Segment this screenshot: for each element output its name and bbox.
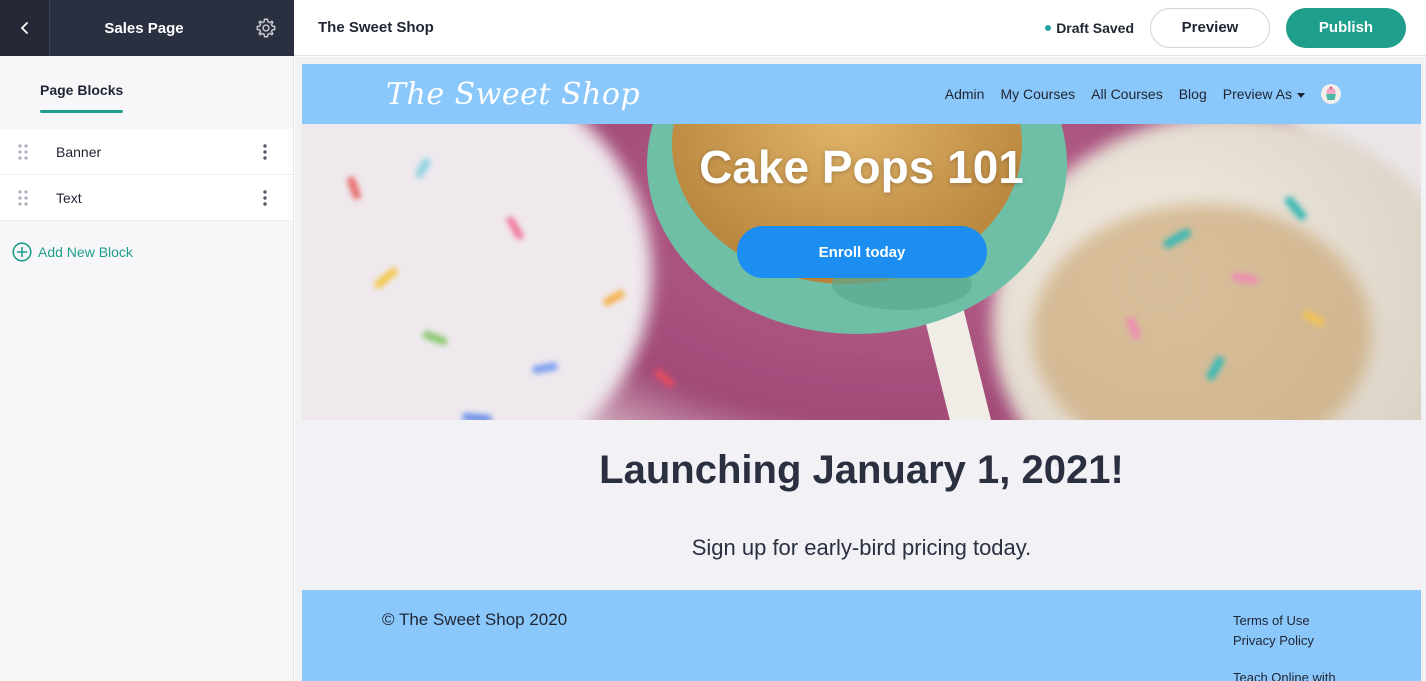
editor-sidebar-header: Sales Page <box>0 0 294 56</box>
footer-links: Terms of Use Privacy Policy <box>1233 611 1314 651</box>
settings-button[interactable] <box>238 0 294 56</box>
cupcake-avatar-icon <box>1326 86 1336 100</box>
status-dot-icon <box>1045 24 1052 31</box>
nav-preview-as-label: Preview As <box>1222 86 1292 102</box>
chevron-left-icon <box>20 22 28 34</box>
publish-button[interactable]: Publish <box>1286 7 1406 48</box>
nav-my-courses[interactable]: My Courses <box>1000 86 1075 102</box>
toolbar-actions: Draft Saved Preview Publish <box>1045 7 1426 48</box>
more-vertical-icon <box>263 189 267 206</box>
banner-block[interactable]: Cake Pops 101 Enroll today <box>302 124 1421 420</box>
site-header: The Sweet Shop Admin My Courses All Cour… <box>302 64 1421 124</box>
block-item-banner[interactable]: Banner <box>0 129 293 175</box>
block-label: Banner <box>56 143 102 160</box>
nav-blog[interactable]: Blog <box>1179 86 1207 102</box>
enroll-button[interactable]: Enroll today <box>737 226 987 278</box>
text-block[interactable]: Launching January 1, 2021! Sign up for e… <box>302 420 1421 590</box>
block-label: Text <box>56 189 82 206</box>
draft-status-label: Draft Saved <box>1056 19 1134 36</box>
preview-canvas: The Sweet Shop Admin My Courses All Cour… <box>295 57 1426 681</box>
user-avatar[interactable] <box>1321 84 1341 104</box>
block-item-text[interactable]: Text <box>0 175 293 221</box>
footer-privacy-link[interactable]: Privacy Policy <box>1233 631 1314 651</box>
site-logo[interactable]: The Sweet Shop <box>386 77 640 112</box>
footer-teach-online-link[interactable]: Teach Online with <box>1233 670 1336 681</box>
site-nav-links: Admin My Courses All Courses Blog Previe… <box>929 84 1341 104</box>
site-preview: The Sweet Shop Admin My Courses All Cour… <box>302 64 1421 681</box>
text-block-heading: Launching January 1, 2021! <box>599 448 1124 492</box>
plus-circle-icon <box>12 242 32 262</box>
tab-page-blocks[interactable]: Page Blocks <box>40 82 123 98</box>
back-button[interactable] <box>0 0 50 56</box>
banner-title: Cake Pops 101 <box>699 141 1024 193</box>
drag-dots-icon <box>18 189 28 206</box>
block-list: Banner Text <box>0 129 293 221</box>
nav-preview-as[interactable]: Preview As <box>1223 86 1305 102</box>
text-block-subheading: Sign up for early-bird pricing today. <box>691 535 1032 560</box>
footer-copyright: © The Sweet Shop 2020 <box>382 610 568 629</box>
sidebar-title: Sales Page <box>104 19 184 37</box>
drag-handle[interactable] <box>0 143 46 160</box>
add-new-block-label: Add New Block <box>38 244 133 260</box>
add-new-block-button[interactable]: Add New Block <box>12 242 133 262</box>
caret-down-icon <box>1297 92 1305 98</box>
more-vertical-icon <box>263 143 267 160</box>
block-menu-button[interactable] <box>237 143 293 160</box>
page-blocks-sidebar: Page Blocks Banner Text Add New Block <box>0 56 294 681</box>
preview-button[interactable]: Preview <box>1150 7 1270 48</box>
drag-handle[interactable] <box>0 189 46 206</box>
nav-admin[interactable]: Admin <box>945 86 985 102</box>
editor-toolbar: The Sweet Shop Draft Saved Preview Publi… <box>294 0 1426 56</box>
gear-icon <box>256 18 276 38</box>
draft-status: Draft Saved <box>1045 20 1134 36</box>
active-tab-indicator <box>40 110 123 113</box>
footer-terms-link[interactable]: Terms of Use <box>1233 611 1314 631</box>
site-name: The Sweet Shop <box>318 19 434 36</box>
nav-all-courses[interactable]: All Courses <box>1091 86 1163 102</box>
site-footer: © The Sweet Shop 2020 Terms of Use Priva… <box>302 590 1421 681</box>
block-menu-button[interactable] <box>237 189 293 206</box>
drag-dots-icon <box>18 143 28 160</box>
